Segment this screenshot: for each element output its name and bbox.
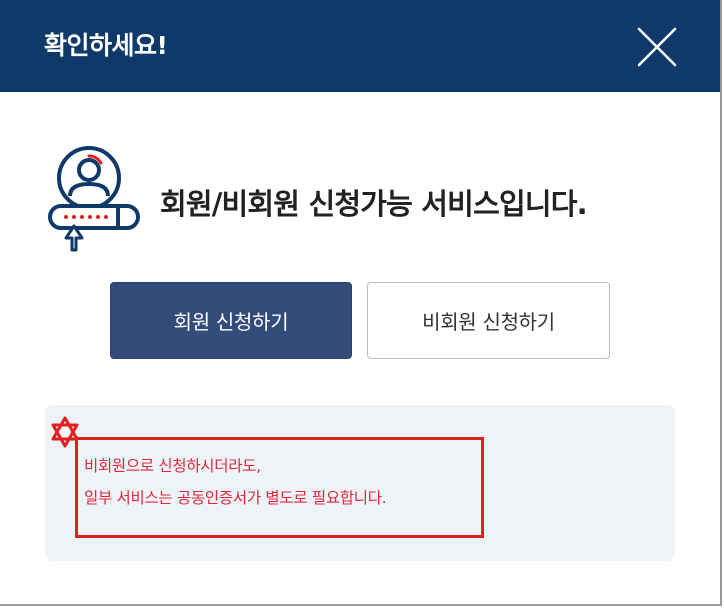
member-apply-button[interactable]: 회원 신청하기 <box>110 282 352 359</box>
guest-apply-button[interactable]: 비회원 신청하기 <box>367 282 610 359</box>
dialog-header: 확인하세요! <box>0 0 720 92</box>
close-x-icon <box>637 27 677 67</box>
user-login-icon <box>46 144 144 254</box>
close-button[interactable] <box>634 24 680 70</box>
confirm-dialog: 확인하세요! 회원/비회원 신청가능 서비스입니다. 회원 신청하기 비회원 신… <box>0 0 722 606</box>
dialog-title: 확인하세요! <box>44 31 168 60</box>
notice-line-1: 비회원으로 신청하시더라도, <box>84 457 261 475</box>
notice-line-2: 일부 서비스는 공동인증서가 별도로 필요합니다. <box>84 489 387 507</box>
service-headline: 회원/비회원 신청가능 서비스입니다. <box>160 187 588 221</box>
